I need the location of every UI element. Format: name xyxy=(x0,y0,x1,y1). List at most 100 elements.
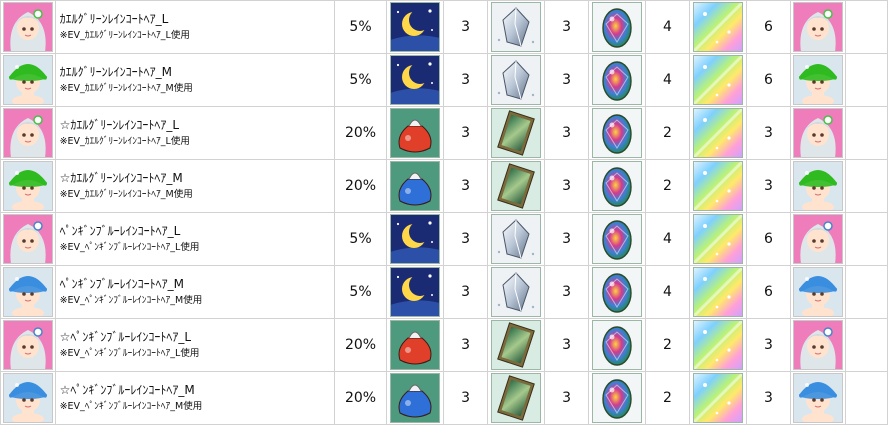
empty-cell xyxy=(844,265,888,319)
rate-value: 5% xyxy=(349,284,372,300)
result-avatar-cell xyxy=(790,159,846,213)
qty-value: 2 xyxy=(663,390,672,406)
result-avatar-cell xyxy=(790,53,846,107)
material-2-qty: 3 xyxy=(543,159,590,213)
item-note: ※EV_ｶｴﾙｸﾞﾘｰﾝﾚｲﾝｺｰﾄﾍｱ_M使用 xyxy=(59,83,193,94)
rainbow-sparkle-icon xyxy=(692,320,743,370)
framed-card-icon xyxy=(491,108,542,158)
material-3-qty: 2 xyxy=(644,159,691,213)
material-4-qty: 6 xyxy=(745,212,792,266)
material-2-qty: 3 xyxy=(543,0,590,54)
material-1-qty: 3 xyxy=(442,371,489,425)
material-4-qty: 6 xyxy=(745,0,792,54)
table-row: ﾍﾟﾝｷﾞﾝﾌﾞﾙｰﾚｲﾝｺｰﾄﾍｱ_L ※EV_ﾍﾟﾝｷﾞﾝﾌﾞﾙｰﾚｲﾝｺｰﾄ… xyxy=(0,212,888,266)
material-2-cell xyxy=(487,265,545,319)
result-avatar-cell xyxy=(790,212,846,266)
qty-value: 3 xyxy=(764,125,773,141)
success-rate: 20% xyxy=(333,318,388,372)
material-2-qty: 3 xyxy=(543,318,590,372)
blue-hair-avatar-icon xyxy=(1,214,54,264)
framed-card-icon xyxy=(491,161,542,211)
item-note: ※EV_ｶｴﾙｸﾞﾘｰﾝﾚｲﾝｺｰﾄﾍｱ_M使用 xyxy=(59,189,193,200)
avatar-cell xyxy=(0,212,56,266)
material-4-qty: 3 xyxy=(745,106,792,160)
qty-value: 3 xyxy=(764,337,773,353)
name-cell: ☆ｶｴﾙｸﾞﾘｰﾝﾚｲﾝｺｰﾄﾍｱ_L ※EV_ｶｴﾙｸﾞﾘｰﾝﾚｲﾝｺｰﾄﾍｱ_… xyxy=(54,106,335,160)
avatar-cell xyxy=(0,0,56,54)
empty-cell xyxy=(844,371,888,425)
rainbow-egg-gem-icon xyxy=(592,108,643,158)
material-1-qty: 3 xyxy=(442,318,489,372)
rainbow-egg-gem-icon xyxy=(592,267,643,317)
material-2-cell xyxy=(487,0,545,54)
material-1-qty: 3 xyxy=(442,53,489,107)
qty-value: 3 xyxy=(562,125,572,141)
material-4-cell xyxy=(689,212,747,266)
rainbow-egg-gem-icon xyxy=(592,214,643,264)
blue-hair-avatar-icon xyxy=(1,320,54,370)
qty-value: 3 xyxy=(461,337,471,353)
rate-value: 20% xyxy=(344,125,377,141)
success-rate: 5% xyxy=(333,265,388,319)
material-4-qty: 3 xyxy=(745,371,792,425)
green-hair-avatar-icon xyxy=(792,2,845,52)
qty-value: 3 xyxy=(461,390,471,406)
material-4-cell xyxy=(689,0,747,54)
item-name: ☆ｶｴﾙｸﾞﾘｰﾝﾚｲﾝｺｰﾄﾍｱ_M xyxy=(59,171,183,185)
qty-value: 4 xyxy=(663,19,672,35)
material-4-cell xyxy=(689,159,747,213)
material-4-qty: 3 xyxy=(745,318,792,372)
red-pouch-icon xyxy=(390,108,441,158)
table-row: ｶｴﾙｸﾞﾘｰﾝﾚｲﾝｺｰﾄﾍｱ_M ※EV_ｶｴﾙｸﾞﾘｰﾝﾚｲﾝｺｰﾄﾍｱ_M… xyxy=(0,53,888,107)
material-1-cell xyxy=(386,53,444,107)
qty-value: 3 xyxy=(461,178,471,194)
material-3-qty: 4 xyxy=(644,265,691,319)
name-cell: ☆ｶｴﾙｸﾞﾘｰﾝﾚｲﾝｺｰﾄﾍｱ_M ※EV_ｶｴﾙｸﾞﾘｰﾝﾚｲﾝｺｰﾄﾍｱ_… xyxy=(54,159,335,213)
rate-value: 20% xyxy=(344,337,377,353)
empty-cell xyxy=(844,106,888,160)
table-row: ☆ｶｴﾙｸﾞﾘｰﾝﾚｲﾝｺｰﾄﾍｱ_L ※EV_ｶｴﾙｸﾞﾘｰﾝﾚｲﾝｺｰﾄﾍｱ_… xyxy=(0,106,888,160)
result-avatar-cell xyxy=(790,318,846,372)
blue-hair-avatar-icon xyxy=(792,214,845,264)
silver-crystal-icon xyxy=(491,55,542,105)
green-hair-avatar-icon xyxy=(792,108,845,158)
material-3-cell xyxy=(588,106,646,160)
item-name: ☆ｶｴﾙｸﾞﾘｰﾝﾚｲﾝｺｰﾄﾍｱ_L xyxy=(59,118,180,132)
qty-value: 6 xyxy=(764,19,773,35)
material-2-cell xyxy=(487,159,545,213)
material-1-qty: 3 xyxy=(442,106,489,160)
material-1-cell xyxy=(386,265,444,319)
material-3-qty: 2 xyxy=(644,318,691,372)
item-name: ﾍﾟﾝｷﾞﾝﾌﾞﾙｰﾚｲﾝｺｰﾄﾍｱ_L xyxy=(59,224,181,238)
rate-value: 5% xyxy=(349,231,372,247)
qty-value: 3 xyxy=(562,337,572,353)
table-row: ｶｴﾙｸﾞﾘｰﾝﾚｲﾝｺｰﾄﾍｱ_L ※EV_ｶｴﾙｸﾞﾘｰﾝﾚｲﾝｺｰﾄﾍｱ_L… xyxy=(0,0,888,54)
qty-value: 3 xyxy=(461,284,471,300)
item-note: ※EV_ﾍﾟﾝｷﾞﾝﾌﾞﾙｰﾚｲﾝｺｰﾄﾍｱ_L使用 xyxy=(59,348,200,359)
material-2-qty: 3 xyxy=(543,265,590,319)
item-note: ※EV_ｶｴﾙｸﾞﾘｰﾝﾚｲﾝｺｰﾄﾍｱ_L使用 xyxy=(59,136,190,147)
material-3-cell xyxy=(588,159,646,213)
avatar-cell xyxy=(0,318,56,372)
empty-cell xyxy=(844,318,888,372)
blue-rain-hat-avatar-icon xyxy=(792,373,845,423)
material-1-cell xyxy=(386,212,444,266)
green-rain-hat-avatar-icon xyxy=(792,161,845,211)
recipe-table-body: ｶｴﾙｸﾞﾘｰﾝﾚｲﾝｺｰﾄﾍｱ_L ※EV_ｶｴﾙｸﾞﾘｰﾝﾚｲﾝｺｰﾄﾍｱ_L… xyxy=(0,0,888,425)
qty-value: 4 xyxy=(663,231,672,247)
blue-pouch-icon xyxy=(390,373,441,423)
item-note: ※EV_ﾍﾟﾝｷﾞﾝﾌﾞﾙｰﾚｲﾝｺｰﾄﾍｱ_L使用 xyxy=(59,242,200,253)
material-1-cell xyxy=(386,0,444,54)
qty-value: 6 xyxy=(764,231,773,247)
table-row: ﾍﾟﾝｷﾞﾝﾌﾞﾙｰﾚｲﾝｺｰﾄﾍｱ_M ※EV_ﾍﾟﾝｷﾞﾝﾌﾞﾙｰﾚｲﾝｺｰﾄ… xyxy=(0,265,888,319)
material-1-qty: 3 xyxy=(442,212,489,266)
qty-value: 3 xyxy=(562,284,572,300)
material-2-qty: 3 xyxy=(543,106,590,160)
material-2-qty: 3 xyxy=(543,53,590,107)
material-4-cell xyxy=(689,53,747,107)
success-rate: 5% xyxy=(333,53,388,107)
qty-value: 3 xyxy=(461,231,471,247)
name-cell: ﾍﾟﾝｷﾞﾝﾌﾞﾙｰﾚｲﾝｺｰﾄﾍｱ_L ※EV_ﾍﾟﾝｷﾞﾝﾌﾞﾙｰﾚｲﾝｺｰﾄ… xyxy=(54,212,335,266)
table-row: ☆ﾍﾟﾝｷﾞﾝﾌﾞﾙｰﾚｲﾝｺｰﾄﾍｱ_L ※EV_ﾍﾟﾝｷﾞﾝﾌﾞﾙｰﾚｲﾝｺｰ… xyxy=(0,318,888,372)
qty-value: 3 xyxy=(764,178,773,194)
